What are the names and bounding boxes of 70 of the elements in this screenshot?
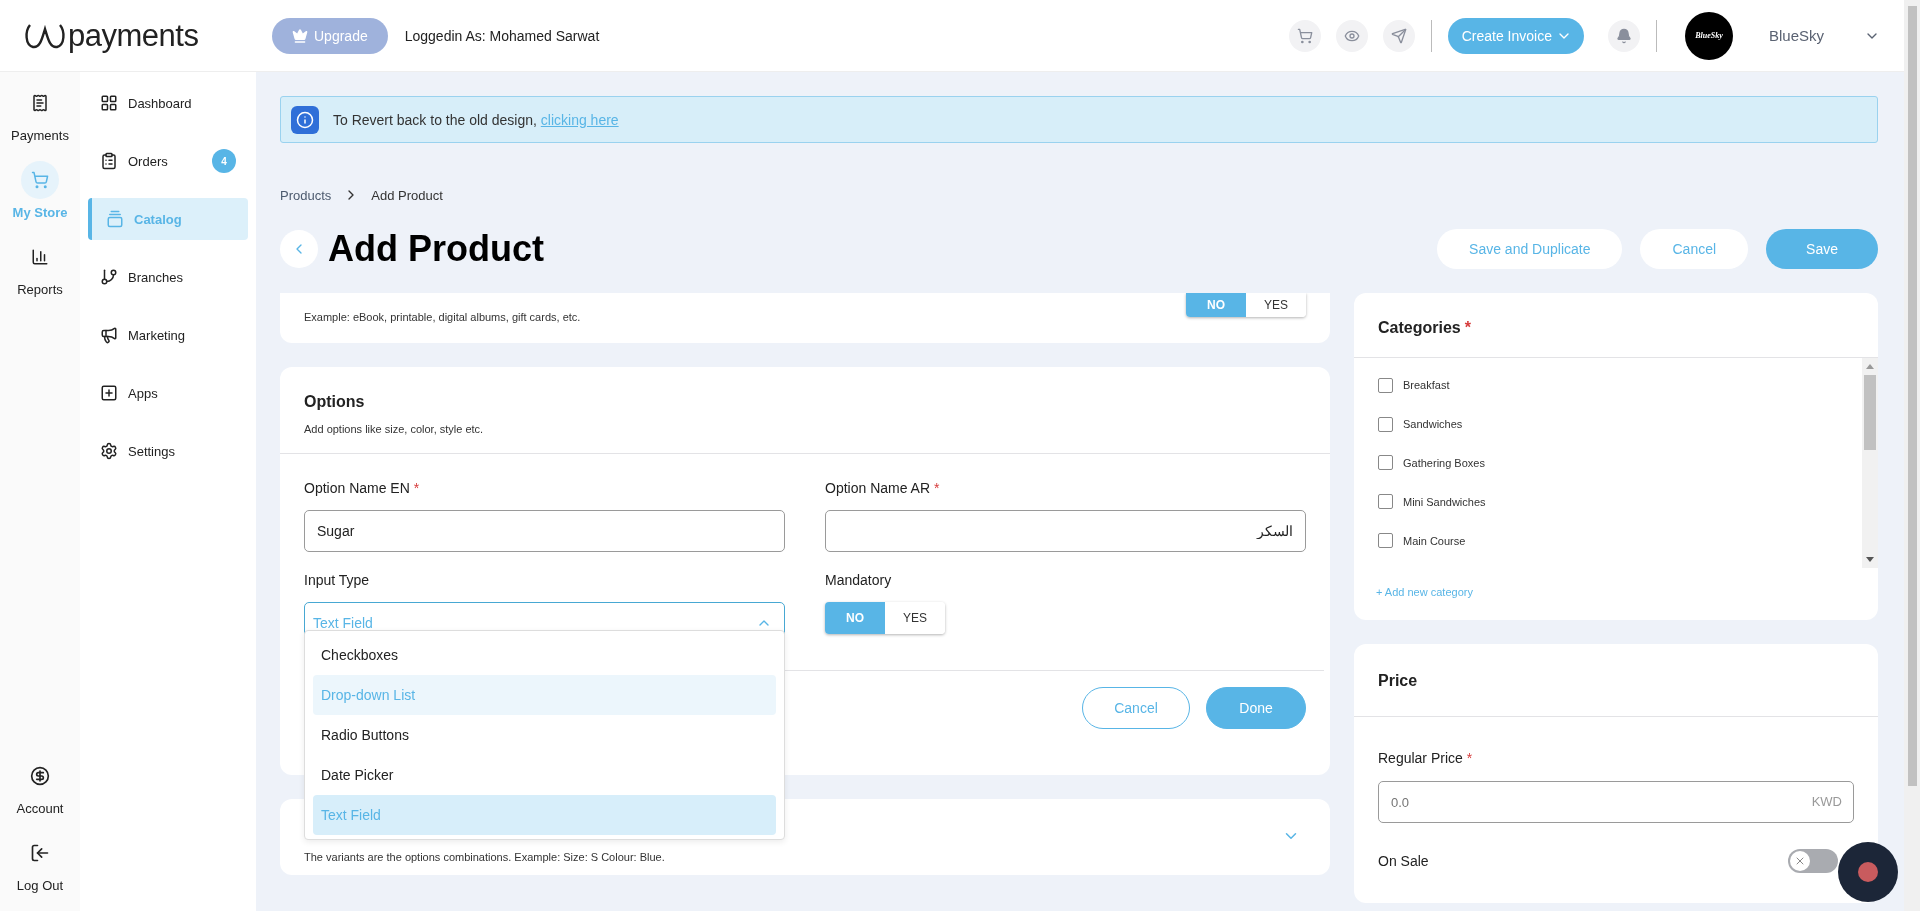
scrollbar[interactable] — [1904, 0, 1920, 911]
nav-item[interactable]: Branches — [88, 256, 248, 298]
megaphone-icon — [100, 326, 118, 344]
banner-text: To Revert back to the old design, clicking here — [333, 111, 619, 128]
checkbox[interactable] — [1378, 533, 1393, 549]
settings-icon — [100, 442, 118, 460]
breadcrumb-current: Add Product — [371, 187, 443, 203]
rail-item[interactable]: Log Out — [16, 834, 64, 893]
close-icon — [1794, 855, 1806, 867]
description-text: The variants are the options combinations. Example: Size: S Colour: Blue. — [304, 851, 666, 863]
cart-icon — [21, 161, 59, 199]
description-text: Example: eBook, printable, digital albums, gift cards, etc. — [304, 311, 581, 323]
user-menu[interactable]: BlueSky — [1768, 27, 1880, 44]
required-mark: * — [413, 480, 420, 496]
field-label: Option Name AR * — [825, 480, 941, 496]
branch-icon — [100, 268, 118, 286]
send-icon[interactable] — [1382, 19, 1415, 52]
grid-icon — [100, 94, 118, 112]
checkbox[interactable] — [1378, 416, 1393, 432]
rail-item[interactable]: Account — [16, 757, 64, 816]
field-label: On Sale — [1378, 853, 1429, 869]
scrollbar[interactable] — [1862, 358, 1878, 568]
checkbox[interactable] — [1378, 377, 1393, 393]
avatar[interactable]: BlueSky — [1684, 11, 1733, 60]
currency-text: KWD — [1811, 794, 1842, 809]
nav-item[interactable]: Orders 4 — [88, 140, 248, 182]
toggle-option[interactable]: YES — [885, 602, 945, 634]
bell-icon[interactable] — [1607, 19, 1640, 52]
on-sale-toggle[interactable] — [1788, 849, 1838, 873]
nav-item[interactable]: Dashboard — [88, 82, 248, 124]
plus-square-icon — [100, 384, 118, 402]
required-mark: * — [934, 480, 940, 496]
nav-item[interactable]: Marketing — [88, 314, 248, 356]
card-title: Options — [304, 393, 366, 411]
field-label: Mandatory — [825, 572, 893, 588]
rail-item[interactable]: Payments — [11, 84, 69, 143]
menu-item[interactable]: Radio Buttons — [313, 715, 776, 755]
field-label: Input Type — [304, 572, 371, 588]
crown-icon — [292, 27, 308, 44]
logo-text: payments — [68, 17, 199, 54]
card-title: Price — [1378, 672, 1419, 690]
category-option[interactable]: Sandwiches — [1378, 404, 1838, 444]
field-label: Option Name EN * — [304, 480, 421, 496]
eye-icon[interactable] — [1335, 19, 1368, 52]
clipboard-icon — [100, 152, 118, 170]
logged-in-text: Loggedin As: Mohamed Sarwat — [404, 27, 600, 44]
toggle-option[interactable]: YES — [1246, 293, 1306, 317]
count-badge: 4 — [212, 149, 236, 173]
nav-item[interactable]: Settings — [88, 430, 248, 472]
category-option[interactable]: Breakfast — [1378, 366, 1838, 405]
breadcrumb-link[interactable]: Products — [280, 187, 332, 203]
page-title: Add Product — [328, 228, 544, 270]
checkbox[interactable] — [1378, 455, 1393, 471]
input-field[interactable]: Sugar — [304, 510, 785, 552]
card-subtitle: Add options like size, color, style etc. — [304, 423, 485, 435]
required-mark: * — [1466, 750, 1473, 766]
category-option[interactable]: Mini Sandwiches — [1378, 482, 1838, 522]
category-option[interactable]: Main Course — [1378, 521, 1838, 560]
cards-icon — [106, 210, 124, 228]
menu-item[interactable]: Date Picker — [313, 755, 776, 795]
field-label: Regular Price * — [1378, 750, 1473, 766]
required-mark: * — [1464, 319, 1471, 336]
category-option[interactable]: Gathering Boxes — [1378, 443, 1838, 483]
info-icon — [291, 105, 319, 134]
card-title: Categories * — [1378, 319, 1472, 337]
cart-icon[interactable] — [1288, 19, 1321, 52]
input-field[interactable]: السكر — [825, 510, 1306, 552]
checkbox[interactable] — [1378, 494, 1393, 510]
rail-item[interactable]: Reports — [17, 238, 63, 297]
nav-item[interactable]: Apps — [88, 372, 248, 414]
